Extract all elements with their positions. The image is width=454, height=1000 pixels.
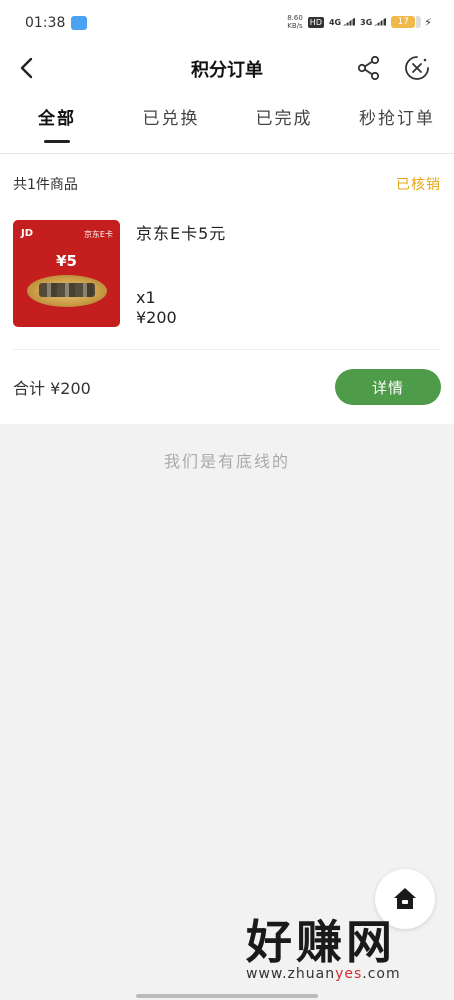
share-icon[interactable] [356,55,382,81]
watermark-url-pre: www.zhuan [246,966,336,982]
watermark-url-post: .com [362,966,401,982]
order-total: 合计 ¥200 [13,379,91,398]
signal-4g-icon: 4G [329,18,355,27]
status-bar: 01:38 8.60 KB/s HD 4G 3G 17 ⚡ [0,0,454,46]
status-time: 01:38 [25,15,66,31]
active-tab-indicator [44,140,70,143]
ecard-label: 京东E卡 [83,230,113,239]
detail-button[interactable]: 详情 [335,369,441,405]
page-title: 积分订单 [191,60,263,81]
order-footer: 合计 ¥200 详情 [13,350,441,424]
order-card: 共1件商品 已核销 JD 京东E卡 ¥5 京东E卡5元 x1 ¥200 合计 ¥… [0,154,454,424]
product-price: ¥200 [136,308,177,327]
hd-icon: HD [307,16,324,28]
home-icon [394,888,416,909]
product-row[interactable]: JD 京东E卡 ¥5 京东E卡5元 x1 ¥200 [13,214,441,350]
jd-logo: JD [21,228,34,239]
order-header: 共1件商品 已核销 [13,154,441,214]
close-icon[interactable] [404,55,430,81]
watermark-url: www.zhuanyes.com [246,966,436,982]
item-count: 共1件商品 [13,177,78,193]
battery-icon: 17 [391,16,422,28]
nav-bar: 积分订单 [0,46,454,92]
tab-redeemed[interactable]: 已兑换 [114,104,228,129]
gesture-bar[interactable] [136,994,318,998]
product-image-tray [27,275,107,307]
product-name: 京东E卡5元 [136,224,227,243]
card-amount: ¥5 [56,252,77,270]
end-of-list-text: 我们是有底线的 [163,452,290,471]
app-notification-icon [71,16,87,30]
product-thumbnail: JD 京东E卡 ¥5 [13,220,120,327]
header-area: 01:38 8.60 KB/s HD 4G 3G 17 ⚡ 积分订单 全部 已兑… [0,0,454,154]
watermark-title: 好赚网 [246,915,396,969]
speed-value: 8.60 [287,14,303,22]
watermark-url-highlight: yes [335,966,363,982]
signal-3g-icon: 3G [360,18,386,27]
product-info: 京东E卡5元 x1 ¥200 [136,214,441,349]
site-watermark: 好赚网 www.zhuanyes.com [246,916,436,986]
speed-unit: KB/s [287,22,303,30]
charging-icon: ⚡ [424,15,432,29]
status-indicators: 8.60 KB/s HD 4G 3G 17 ⚡ [287,14,432,30]
tab-completed[interactable]: 已完成 [227,104,341,129]
tab-flash-orders[interactable]: 秒抢订单 [340,104,454,129]
order-status-badge: 已核销 [396,177,441,193]
product-quantity: x1 [136,288,156,307]
network-speed: 8.60 KB/s [287,14,303,30]
tab-all[interactable]: 全部 [0,104,114,129]
tab-bar: 全部 已兑换 已完成 秒抢订单 [0,92,454,154]
